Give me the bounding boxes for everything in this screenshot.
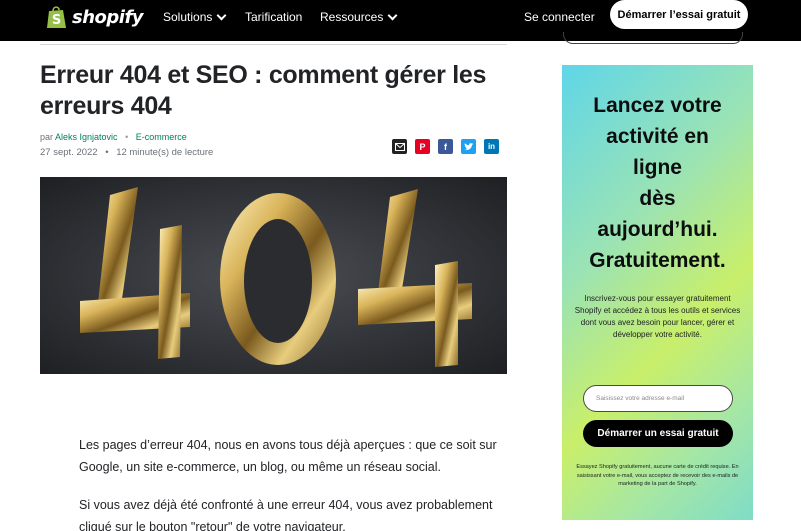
twitter-icon[interactable] [461,139,476,154]
email-field[interactable]: Saisissez votre adresse e-mail [583,385,733,412]
article-meta: 27 sept. 2022 • 12 minute(s) de lecture [40,147,213,158]
login-link[interactable]: Se connecter [524,10,595,24]
promo-headline-line: ligne [632,156,682,179]
promo-description: Inscrivez-vous pour essayer gratuitement… [574,294,741,339]
article-title: Erreur 404 et SEO : comment gérer les er… [40,61,487,120]
byline: par Aleks Ignjatovic • E-commerce [40,132,187,142]
promo-headline-line: Gratuitement. [589,249,726,272]
divider [40,44,507,45]
chevron-down-icon [387,10,398,20]
nav-item-label: Ressources [320,10,384,24]
promo-headline-line: activité en [606,125,709,148]
pinterest-icon[interactable]: P [415,139,430,154]
hero-404-illustration [40,177,507,374]
facebook-icon[interactable]: f [438,139,453,154]
nav-item-ressources[interactable]: Ressources [320,10,398,24]
signup-promo-card: Lancez votre activité en ligne dès aujou… [562,65,753,520]
nav-item-label: Tarification [245,10,303,24]
linkedin-icon[interactable]: in [484,139,499,154]
chevron-down-icon [216,10,227,20]
digit-zero [220,193,336,365]
shopify-bag-icon: S [47,6,66,28]
promo-headline-line: Lancez votre [593,94,722,117]
start-trial-button[interactable]: Démarrer un essai gratuit [583,420,733,447]
category-link[interactable]: E-commerce [136,132,187,142]
publish-date: 27 sept. 2022 [40,147,98,158]
article-paragraph: Les pages d’erreur 404, nous en avons to… [79,438,497,474]
header-bottom-outline [563,32,743,44]
logo-wordmark: shopify [72,6,144,28]
promo-headline-line: aujourd’hui. [597,218,718,241]
email-icon[interactable] [392,139,407,154]
nav-item-label: Solutions [163,10,213,24]
nav-item-tarification[interactable]: Tarification [245,10,302,24]
hero-image [40,177,507,374]
svg-text:S: S [52,13,61,28]
start-free-trial-button[interactable]: Démarrer l’essai gratuit [610,0,748,29]
promo-headline-line: dès [639,187,676,210]
nav-item-solutions[interactable]: Solutions [163,10,227,24]
read-time: 12 minute(s) de lecture [116,147,214,158]
shopify-logo[interactable]: S shopify [46,5,144,29]
promo-fine-print: Essayez Shopify gratuitement, aucune car… [576,464,739,487]
author-link[interactable]: Aleks Ignjatovic [55,132,118,142]
promo-headline: Lancez votre activité en ligne dès aujou… [562,90,753,276]
by-prefix: par [40,132,54,142]
separator-dot: • [105,147,109,158]
separator-dot: • [125,132,129,142]
article-paragraph: Si vous avez déjà été confronté à une er… [79,498,493,531]
share-buttons: P f in [392,139,499,154]
